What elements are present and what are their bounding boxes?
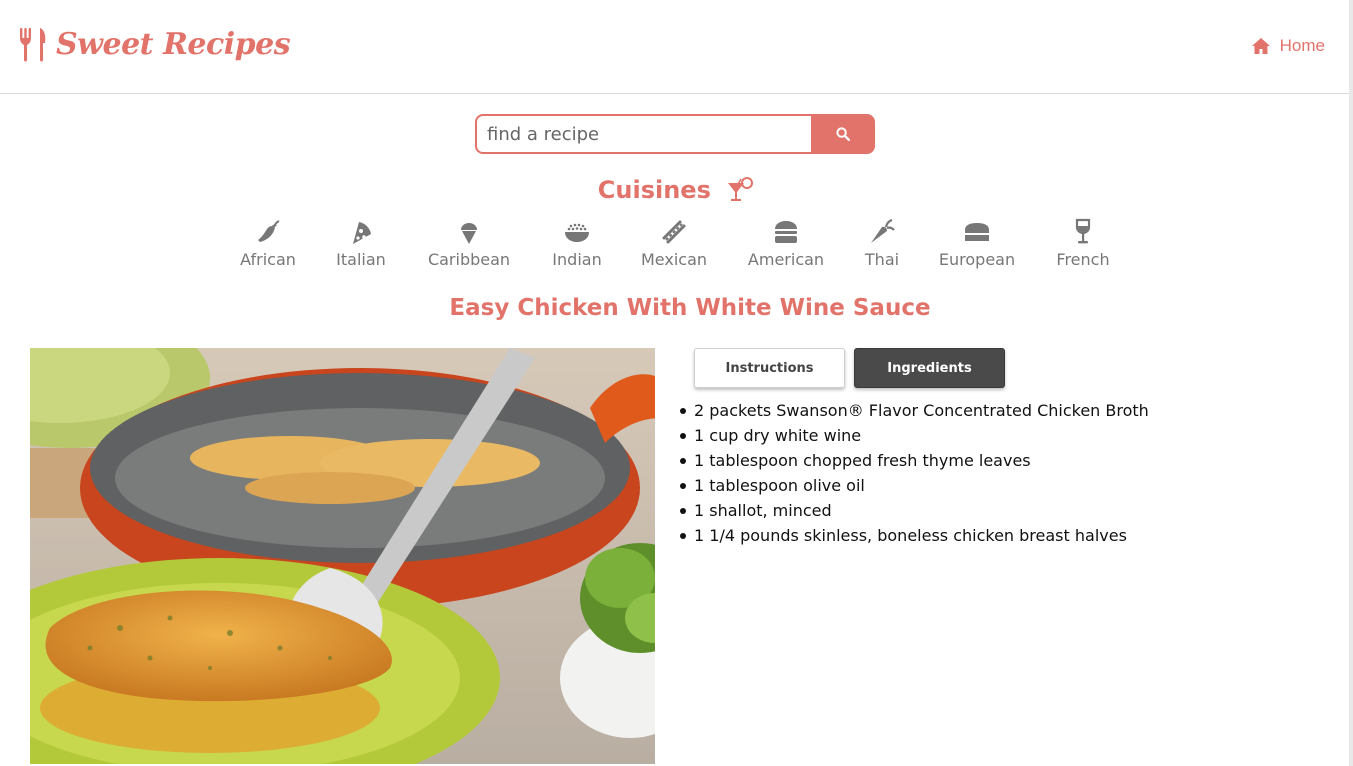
tab-instructions[interactable]: Instructions [694,348,845,388]
cuisine-label: European [938,250,1016,269]
list-item: 1 cup dry white wine [680,423,1149,448]
wine-glass-icon [1075,218,1091,244]
cuisine-label: French [1056,250,1110,269]
cuisine-label: Indian [552,250,602,269]
pizza-slice-icon [353,222,371,244]
hamburger-icon [775,221,797,243]
site-header: Sweet Recipes Home [0,0,1349,94]
brand-name: Sweet Recipes [56,26,291,62]
recipe-title: Easy Chicken With White Wine Sauce [449,295,931,321]
search-form [475,114,875,154]
cuisine-label: Mexican [640,250,708,269]
page-scrollbar[interactable] [1349,0,1353,766]
brand-logo-link[interactable]: Sweet Recipes [18,26,291,62]
cuisine-thai[interactable]: Thai [864,218,900,269]
list-item: 1 tablespoon olive oil [680,473,1149,498]
home-icon [1251,38,1270,54]
list-item: 1 shallot, minced [680,498,1149,523]
cuisine-label: American [747,250,825,269]
cuisine-italian[interactable]: Italian [336,218,386,269]
cuisine-label: Thai [864,250,900,269]
cuisine-indian[interactable]: Indian [550,218,604,269]
list-item: 1 tablespoon chopped fresh thyme leaves [680,448,1149,473]
list-item: 2 packets Swanson® Flavor Concentrated C… [680,398,1149,423]
carrot-icon [871,218,895,243]
utensils-icon [20,28,46,62]
cuisine-african[interactable]: African [240,218,296,269]
ice-cream-icon [461,223,477,244]
list-item: 1 1/4 pounds skinless, boneless chicken … [680,523,1149,548]
home-link[interactable]: Home [1251,36,1325,56]
cuisine-american[interactable]: American [746,218,826,269]
cuisine-label: African [240,250,296,269]
bread-loaf-icon [965,223,989,241]
cuisine-label: Italian [336,250,386,269]
cuisine-caribbean[interactable]: Caribbean [425,218,513,269]
chili-pepper-icon [258,220,280,242]
cuisine-mexican[interactable]: Mexican [640,218,708,269]
cocktail-icon [728,177,754,201]
cuisines-heading: Cuisines [0,175,1353,204]
cuisines-title: Cuisines [597,176,711,204]
search-input[interactable] [475,114,811,154]
recipe-photo-illustration [30,348,655,764]
search-button[interactable] [811,114,875,154]
home-label: Home [1279,36,1325,55]
tab-ingredients[interactable]: Ingredients [854,348,1005,388]
cuisine-french[interactable]: French [1055,218,1111,269]
ingredients-list: 2 packets Swanson® Flavor Concentrated C… [680,398,1149,548]
rice-bowl-icon [565,223,589,242]
recipe-image [30,348,655,764]
hotdog-icon [662,220,686,244]
search-icon [836,127,850,141]
cuisine-european[interactable]: European [938,218,1016,269]
cuisine-label: Caribbean [427,250,511,269]
